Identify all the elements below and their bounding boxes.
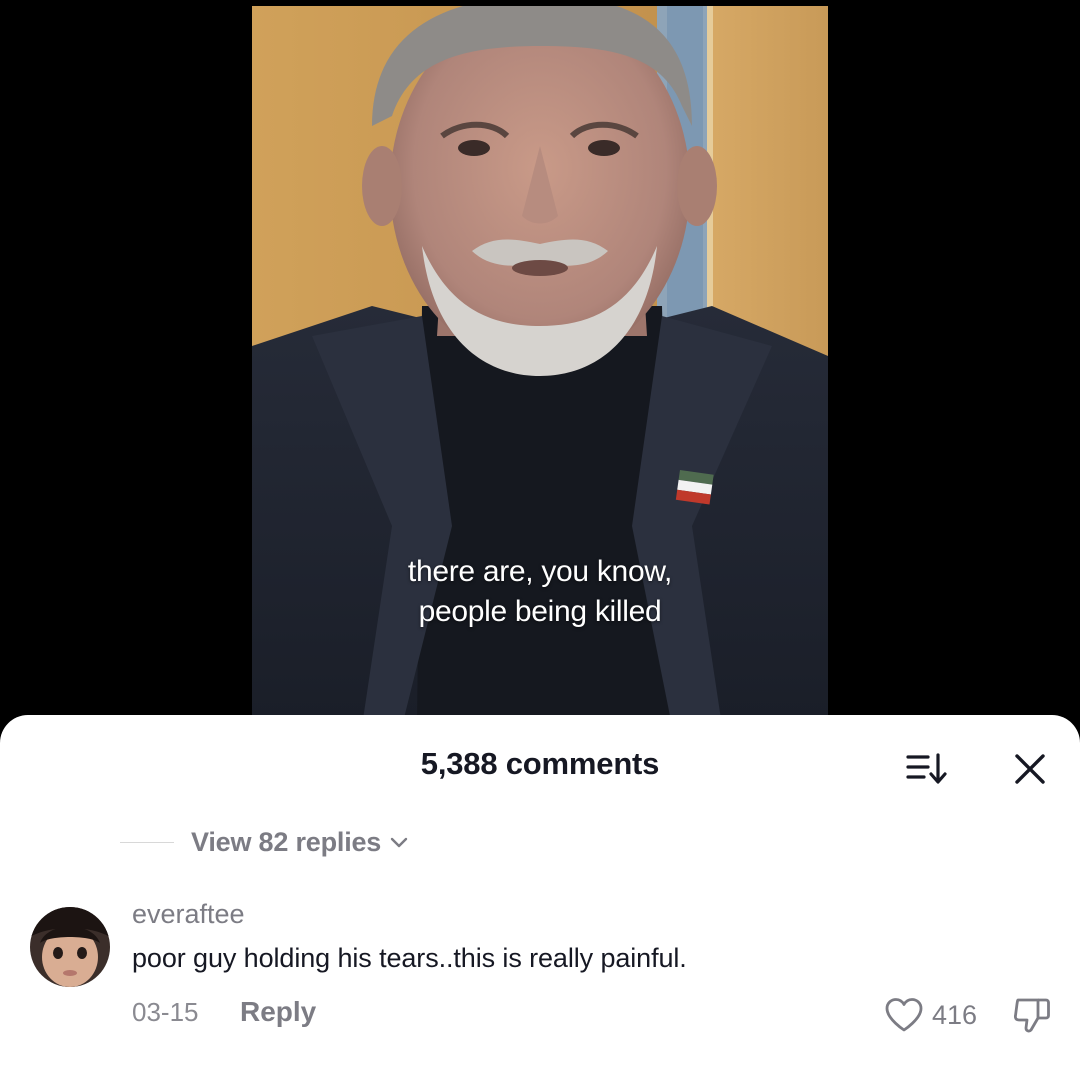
comments-sheet: 5,388 comments View 82 replies everaftee… bbox=[0, 715, 1080, 1069]
view-replies-button[interactable]: View 82 replies bbox=[191, 827, 409, 858]
sort-comments-button[interactable] bbox=[906, 751, 948, 787]
chevron-down-icon bbox=[390, 837, 408, 847]
close-icon bbox=[1015, 754, 1045, 784]
thumbs-down-icon bbox=[1013, 998, 1050, 1033]
like-count: 416 bbox=[932, 999, 978, 1030]
caption-line-2: people being killed bbox=[418, 595, 662, 628]
comment-username[interactable]: everaftee bbox=[132, 899, 245, 930]
avatar[interactable] bbox=[30, 907, 110, 987]
dislike-button[interactable] bbox=[1012, 996, 1052, 1036]
replies-divider bbox=[120, 842, 174, 843]
video-caption: there are, you know, people being killed bbox=[252, 552, 828, 632]
video-player[interactable]: there are, you know, people being killed bbox=[252, 6, 828, 726]
app-screen: there are, you know, people being killed… bbox=[0, 0, 1080, 1069]
avatar-image bbox=[30, 907, 110, 987]
like-button[interactable]: 416 bbox=[884, 997, 977, 1033]
sort-icon bbox=[906, 753, 947, 784]
close-comments-button[interactable] bbox=[1012, 751, 1048, 787]
reply-button[interactable]: Reply bbox=[240, 996, 316, 1028]
comment-text: poor guy holding his tears..this is real… bbox=[132, 943, 687, 973]
caption-line-1: there are, you know, bbox=[407, 555, 673, 588]
comment-date: 03-15 bbox=[132, 997, 199, 1027]
view-replies-label: View 82 replies bbox=[191, 827, 382, 857]
heart-icon bbox=[885, 998, 923, 1032]
